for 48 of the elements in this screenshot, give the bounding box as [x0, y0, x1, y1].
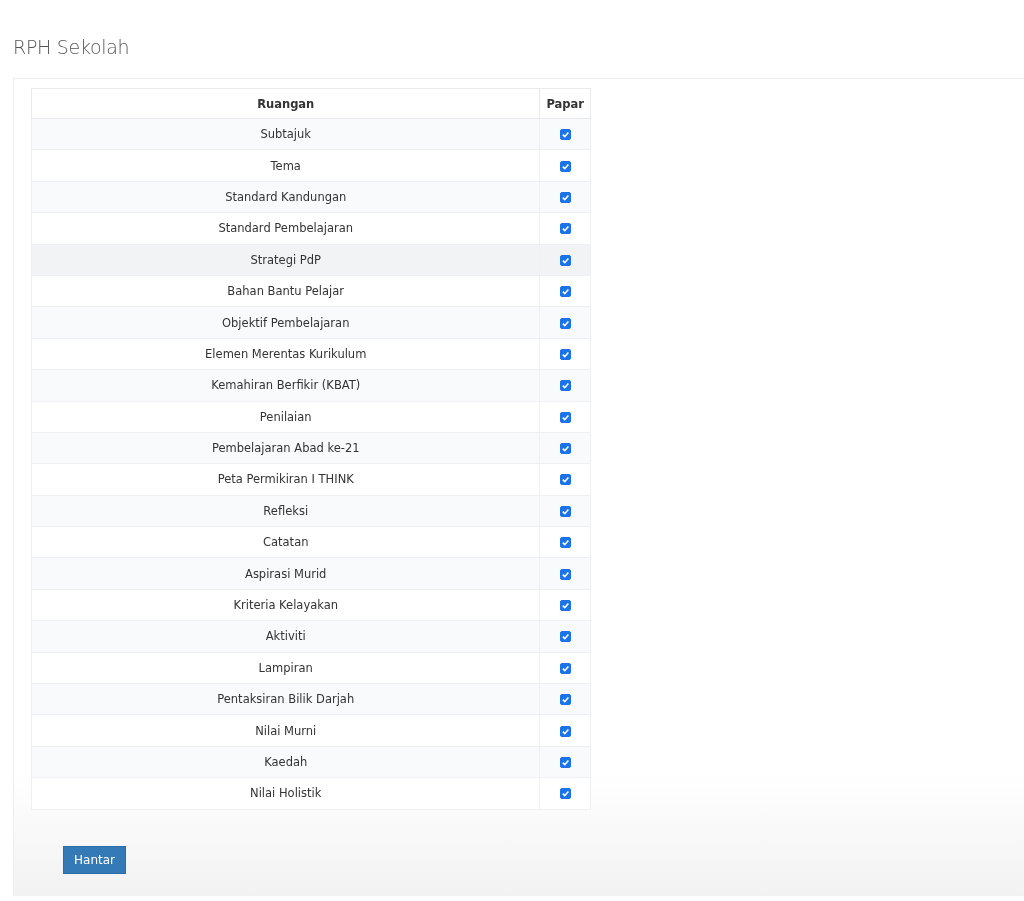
checkbox[interactable]	[559, 694, 571, 706]
checkbox[interactable]	[559, 568, 571, 580]
table-cell: Nilai Murni	[31, 714, 540, 747]
checkbox[interactable]	[559, 254, 571, 266]
table-cell: Aktiviti	[31, 620, 540, 653]
page-title: RPH Sekolah	[13, 36, 131, 58]
checkbox[interactable]	[559, 317, 571, 329]
checkbox[interactable]	[559, 380, 571, 392]
column-header: Papar	[539, 88, 591, 119]
table-cell: Tema	[31, 149, 540, 182]
table-cell: Aspirasi Murid	[31, 557, 540, 590]
table-cell: Refleksi	[31, 495, 540, 527]
submit-button[interactable]: Hantar	[63, 845, 126, 874]
checkbox[interactable]	[559, 662, 571, 674]
table-cell: Strategi PdP	[31, 244, 540, 276]
checkbox[interactable]	[559, 129, 571, 141]
table-cell: Catatan	[31, 526, 540, 558]
table-cell: Peta Permikiran I THINK	[31, 463, 540, 496]
checkbox[interactable]	[559, 537, 571, 549]
checkbox[interactable]	[559, 725, 571, 737]
table-cell: Subtajuk	[31, 118, 540, 150]
table-cell: Kriteria Kelayakan	[31, 589, 540, 621]
table-cell: Pentaksiran Bilik Darjah	[31, 683, 540, 715]
table-cell: Penilaian	[31, 401, 540, 433]
checkbox[interactable]	[559, 411, 571, 423]
checkbox[interactable]	[559, 191, 571, 203]
checkbox[interactable]	[559, 600, 571, 612]
table-cell: Standard Kandungan	[31, 181, 540, 213]
checkbox[interactable]	[559, 348, 571, 360]
checkbox[interactable]	[559, 757, 571, 768]
table-cell: Elemen Merentas Kurikulum	[31, 338, 540, 370]
column-header: Ruangan	[31, 88, 540, 119]
table-cell: Kaedah	[31, 746, 540, 778]
checkbox[interactable]	[559, 631, 571, 643]
table-cell: Kemahiran Berfikir (KBAT)	[31, 369, 540, 401]
checkbox[interactable]	[559, 474, 571, 486]
checkbox[interactable]	[559, 286, 571, 298]
table-cell: Bahan Bantu Pelajar	[31, 275, 540, 307]
table-cell: Pembelajaran Abad ke-21	[31, 432, 540, 464]
table-cell: Standard Pembelajaran	[31, 212, 540, 245]
table-cell: Lampiran	[31, 652, 540, 684]
checkbox[interactable]	[559, 160, 571, 172]
checkbox[interactable]	[559, 223, 571, 235]
checkbox[interactable]	[559, 443, 571, 455]
checkbox[interactable]	[559, 788, 571, 800]
table-cell: Nilai Holistik	[31, 777, 540, 810]
table-cell: Objektif Pembelajaran	[31, 306, 540, 339]
checkbox[interactable]	[559, 505, 571, 517]
